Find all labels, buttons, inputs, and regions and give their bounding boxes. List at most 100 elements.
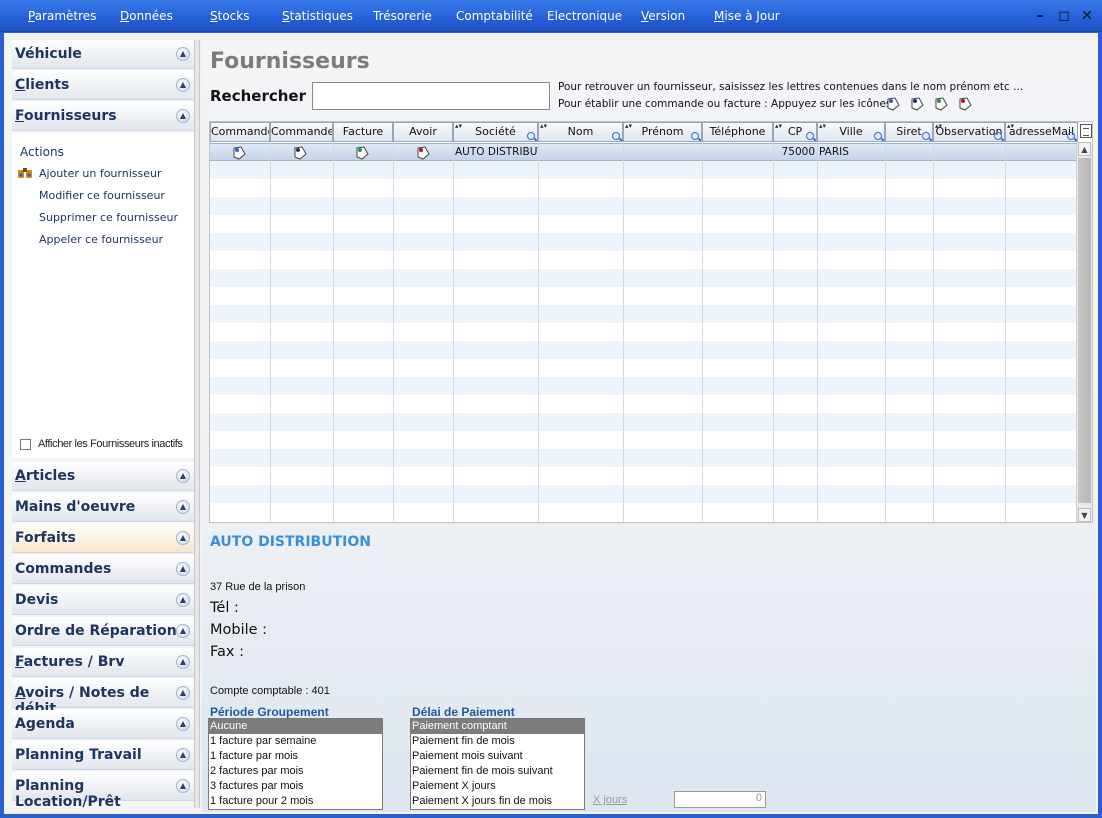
close-button[interactable]: ✕ — [1079, 8, 1095, 24]
order-plus-icon[interactable] — [909, 96, 925, 112]
chevron-up-icon[interactable]: ▲ — [176, 655, 190, 669]
credit-note-icon[interactable] — [957, 96, 973, 112]
chevron-up-icon[interactable]: ▲ — [176, 686, 190, 700]
cell-nom[interactable] — [538, 144, 623, 162]
order-icon[interactable] — [885, 96, 901, 112]
col-adresse-mail[interactable]: ▴▾ adresseMail — [1005, 122, 1078, 142]
list-option[interactable]: 3 factures par mois — [209, 779, 382, 794]
nav-mains-oeuvre[interactable]: Mains d'oeuvre ▲ — [12, 493, 194, 522]
nav-forfaits[interactable]: Forfaits ▲ — [12, 524, 194, 553]
search-icon[interactable] — [527, 132, 535, 140]
periode-listbox[interactable]: Aucune 1 facture par semaine 1 facture p… — [208, 718, 383, 810]
chevron-up-icon[interactable]: ▲ — [176, 624, 190, 638]
list-option[interactable]: Paiement fin de mois — [411, 734, 584, 749]
nav-clients[interactable]: Clients ▲ — [12, 71, 194, 100]
nav-avoirs[interactable]: Avoirs / Notes de débit ▲ — [12, 679, 194, 717]
chevron-up-icon[interactable]: ▲ — [176, 78, 190, 92]
delete-supplier-link[interactable]: Supprimer ce fournisseur — [39, 211, 178, 224]
col-societe[interactable]: ▴▾ Société — [453, 122, 538, 142]
chevron-up-icon[interactable]: ▲ — [176, 779, 190, 793]
search-icon[interactable] — [994, 132, 1002, 140]
col-prenom[interactable]: ▴▾ Prénom — [623, 122, 702, 142]
col-siret[interactable]: Siret — [885, 122, 933, 142]
column-chooser-icon[interactable] — [1080, 124, 1092, 138]
menu-electronique[interactable]: Electronique — [547, 9, 622, 23]
list-option[interactable]: Paiement X jours — [411, 779, 584, 794]
add-supplier-link[interactable]: Ajouter un fournisseur — [39, 167, 161, 180]
col-avoir[interactable]: Avoir — [393, 122, 453, 142]
col-commande-plus[interactable]: Commande+ — [270, 122, 333, 142]
cell-adresse-mail[interactable] — [1005, 144, 1078, 162]
chevron-up-icon[interactable]: ▲ — [176, 717, 190, 731]
menu-stocks[interactable]: Stocks — [210, 9, 249, 23]
list-option[interactable]: Paiement comptant — [411, 719, 584, 734]
chevron-up-icon[interactable]: ▲ — [176, 531, 190, 545]
nav-commandes[interactable]: Commandes ▲ — [12, 555, 194, 584]
cell-telephone[interactable] — [702, 144, 773, 162]
nav-agenda[interactable]: Agenda ▲ — [12, 710, 194, 739]
invoice-icon[interactable] — [933, 96, 949, 112]
chevron-up-icon[interactable]: ▲ — [176, 109, 190, 123]
search-input[interactable] — [312, 82, 550, 110]
panel-splitter[interactable] — [194, 40, 200, 808]
menu-mise-a-jour[interactable]: Mise à Jour — [714, 9, 780, 23]
invoice-icon[interactable] — [354, 145, 370, 161]
col-ville[interactable]: ▴▾ Ville — [817, 122, 885, 142]
list-option[interactable]: Paiement fin de mois suivant — [411, 764, 584, 779]
cell-observation[interactable] — [933, 144, 1005, 162]
chevron-up-icon[interactable]: ▲ — [176, 47, 190, 61]
cell-cp[interactable]: 75000 — [773, 144, 817, 162]
search-icon[interactable] — [1067, 132, 1075, 140]
scroll-thumb[interactable] — [1078, 158, 1091, 503]
list-option[interactable]: 2 factures par mois — [209, 764, 382, 779]
list-option[interactable]: 1 facture pour 2 mois — [209, 794, 382, 809]
table-row[interactable]: AUTO DISTRIBUT 75000 PARIS — [210, 143, 1078, 161]
cell-ville[interactable]: PARIS — [817, 144, 885, 162]
order-icon[interactable] — [231, 145, 247, 161]
delai-listbox[interactable]: Paiement comptant Paiement fin de mois P… — [410, 718, 585, 810]
col-telephone[interactable]: Téléphone — [702, 122, 773, 142]
cell-societe[interactable]: AUTO DISTRIBUT — [453, 144, 538, 162]
menu-parametres[interactable]: Paramètres — [28, 9, 96, 23]
scroll-up-icon[interactable]: ▲ — [1078, 142, 1091, 156]
edit-supplier-link[interactable]: Modifier ce fournisseur — [39, 189, 165, 202]
call-supplier-link[interactable]: Appeler ce fournisseur — [39, 233, 163, 246]
col-facture[interactable]: Facture — [333, 122, 393, 142]
search-icon[interactable] — [874, 132, 882, 140]
nav-vehicule[interactable]: Véhicule ▲ — [12, 40, 194, 69]
maximize-button[interactable]: ◻ — [1056, 8, 1072, 24]
cell-siret[interactable] — [885, 144, 933, 162]
show-inactive-checkbox[interactable] — [20, 439, 31, 450]
search-icon[interactable] — [612, 132, 620, 140]
chevron-up-icon[interactable]: ▲ — [176, 469, 190, 483]
chevron-up-icon[interactable]: ▲ — [176, 748, 190, 762]
menu-statistiques[interactable]: Statistiques — [282, 9, 353, 23]
nav-factures[interactable]: Factures / Brv ▲ — [12, 648, 194, 677]
menu-tresorerie[interactable]: Trésorerie — [373, 9, 432, 23]
nav-devis[interactable]: Devis ▲ — [12, 586, 194, 615]
list-option[interactable]: Paiement X jours fin de mois — [411, 794, 584, 809]
chevron-up-icon[interactable]: ▲ — [176, 593, 190, 607]
menu-comptabilite[interactable]: Comptabilité — [456, 9, 533, 23]
search-icon[interactable] — [806, 132, 814, 140]
menu-version[interactable]: Version — [641, 9, 685, 23]
scroll-down-icon[interactable]: ▼ — [1078, 508, 1091, 522]
cell-prenom[interactable] — [623, 144, 702, 162]
nav-planning-location[interactable]: Planning Location/Prêt ▲ — [12, 772, 194, 810]
xjours-input[interactable]: 0 — [674, 791, 766, 808]
col-commande[interactable]: Commande — [210, 122, 270, 142]
search-icon[interactable] — [691, 132, 699, 140]
minimize-button[interactable]: – — [1032, 8, 1048, 24]
list-option[interactable]: Aucune — [209, 719, 382, 734]
list-option[interactable]: 1 facture par semaine — [209, 734, 382, 749]
order-plus-icon[interactable] — [292, 145, 308, 161]
col-nom[interactable]: ▴▾ Nom — [538, 122, 623, 142]
search-icon[interactable] — [922, 132, 930, 140]
chevron-up-icon[interactable]: ▲ — [176, 562, 190, 576]
nav-planning-travail[interactable]: Planning Travail ▲ — [12, 741, 194, 770]
list-option[interactable]: Paiement mois suivant — [411, 749, 584, 764]
col-observation[interactable]: ▴▾ Observation — [933, 122, 1005, 142]
credit-note-icon[interactable] — [415, 145, 431, 161]
menu-donnees[interactable]: Données — [120, 9, 173, 23]
nav-articles[interactable]: Articles ▲ — [12, 462, 194, 491]
